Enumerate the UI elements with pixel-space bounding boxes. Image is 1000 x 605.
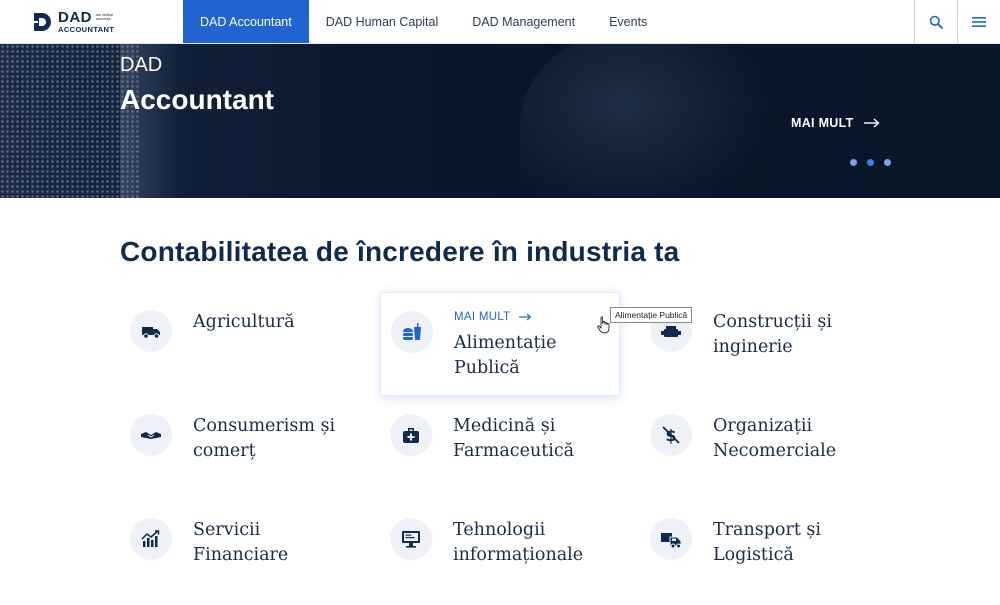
section-title: Contabilitatea de încredere în industria… [120,236,680,267]
hamburger-menu-icon [972,16,986,27]
hover-tooltip: Alimentație Publică [610,307,693,323]
hero-title: Accountant [120,84,274,115]
hero-background-figure [520,44,780,198]
search-icon [929,15,943,29]
nav-item-dad-accountant[interactable]: DAD Accountant [183,0,309,43]
industry-card-transport[interactable]: Transport și Logistică [640,500,880,604]
slider-dot-3[interactable] [884,159,891,166]
industry-label: Agricultură [193,312,295,332]
hero-more-link[interactable]: MAI MULT [791,116,880,130]
slider-dots [850,159,891,166]
industry-label: Tehnologii informaționale [453,520,584,565]
industry-label: Alimentație Publică [454,333,557,378]
tractor-truck-icon [142,327,160,339]
medical-kit-icon [403,428,419,443]
industry-more-label: MAI MULT [454,311,511,323]
hero-banner: DAD Accountant MAI MULT [0,44,1000,198]
industry-label: Medicină și Farmaceutică [453,416,575,461]
industry-card-medicina[interactable]: Medicină și Farmaceutică [380,396,620,500]
industry-label: Construcții și inginerie [713,312,833,357]
industry-label: Servicii Financiare [193,520,289,565]
industry-label: Organizații Necomerciale [713,416,837,461]
nav-item-dad-human-capital[interactable]: DAD Human Capital [309,0,456,43]
industry-card-organizatii[interactable]: $ Organizații Necomerciale [640,396,880,500]
monitor-icon [402,531,420,548]
handshake-icon [141,432,161,439]
industry-card-servicii-financiare[interactable]: Servicii Financiare [120,500,360,604]
hand-pointer-cursor-icon [597,316,610,334]
engine-icon [661,326,681,337]
truck-car-icon [661,533,682,549]
logo-brand: DAD [58,8,92,26]
industry-card-agricultura[interactable]: Agricultură [120,292,360,396]
logo-tagline: we define success [96,11,114,22]
logo[interactable]: DAD we define success ACCOUNTANT [0,0,183,43]
menu-button[interactable] [957,0,1000,43]
top-navigation: DAD we define success ACCOUNTANT DAD Acc… [0,0,1000,44]
chart-trend-icon [141,530,160,547]
arrow-right-icon [863,118,880,128]
nav-item-events[interactable]: Events [592,0,664,43]
hero-more-label: MAI MULT [791,116,854,130]
food-drink-icon [403,322,421,340]
logo-product: ACCOUNTANT [58,24,115,34]
hero-subtitle: DAD [120,54,163,76]
nav-item-dad-management[interactable]: DAD Management [455,0,592,43]
search-button[interactable] [914,0,957,43]
slider-dot-2[interactable] [867,159,874,166]
slider-dot-1[interactable] [850,159,857,166]
no-dollar-icon: $ [662,426,680,445]
hero-background-pattern [0,44,140,198]
industry-card-consumerism[interactable]: Consumerism și comerț [120,396,360,500]
arrow-right-icon [518,313,531,321]
industry-card-tehnologii[interactable]: Tehnologii informaționale [380,500,620,604]
industry-label: Transport și Logistică [713,520,821,565]
industry-more-link[interactable]: MAI MULT [454,311,531,323]
main-menu: DAD Accountant DAD Human Capital DAD Man… [183,0,664,43]
logo-mark-icon [34,12,51,31]
industry-card-alimentatie-publica[interactable]: MAI MULT Alimentație Publică [380,292,620,396]
industry-label: Consumerism și comerț [193,416,336,461]
